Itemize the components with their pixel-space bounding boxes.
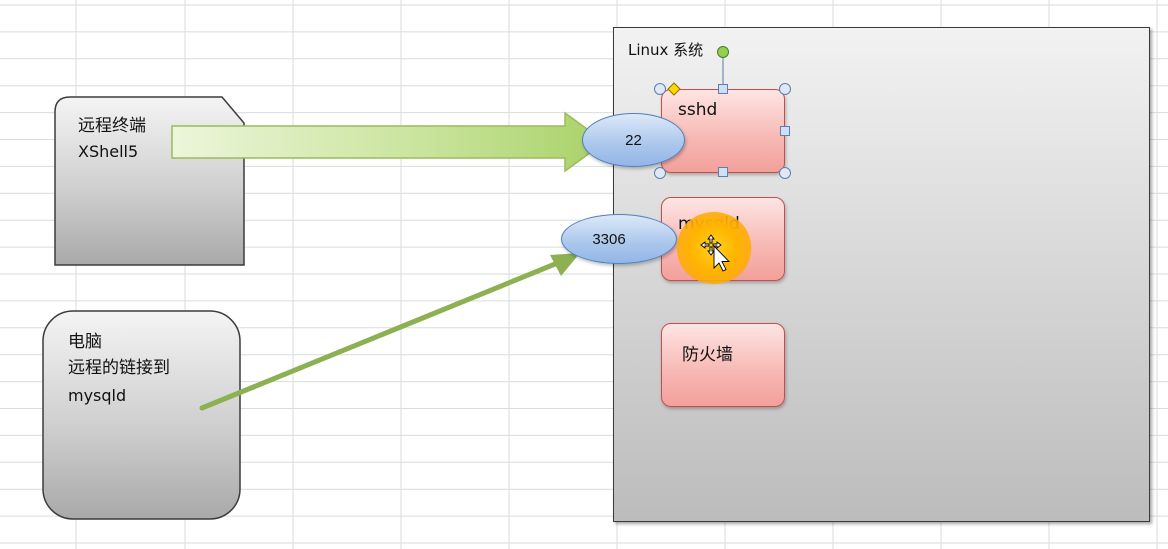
move-cursor-icon — [700, 234, 731, 272]
port-3306-ellipse[interactable]: 3306 — [561, 214, 677, 264]
computer-label: 电脑 — [68, 332, 102, 352]
port-22-label: 22 — [625, 131, 642, 149]
handle-bottom[interactable] — [718, 167, 728, 177]
computer-desc: 远程的链接到 — [68, 358, 170, 378]
port-22-ellipse[interactable]: 22 — [582, 113, 685, 167]
handle-top-left[interactable] — [654, 83, 666, 95]
handle-top[interactable] — [718, 84, 728, 94]
handle-bottom-left[interactable] — [654, 167, 666, 179]
computer-target: mysqld — [68, 386, 127, 405]
terminal-label: 远程终端 — [78, 116, 146, 136]
handle-right[interactable] — [780, 126, 790, 136]
sshd-label: sshd — [678, 100, 718, 120]
handle-top-right[interactable] — [779, 83, 791, 95]
adjust-diamond-icon[interactable] — [667, 82, 681, 96]
firewall-label: 防火墙 — [682, 345, 733, 365]
linux-system-label: Linux 系统 — [628, 41, 704, 59]
firewall-box[interactable]: 防火墙 — [661, 323, 785, 407]
port-3306-label: 3306 — [592, 230, 626, 248]
terminal-app-label: XShell5 — [78, 142, 139, 161]
handle-bottom-right[interactable] — [779, 167, 791, 179]
